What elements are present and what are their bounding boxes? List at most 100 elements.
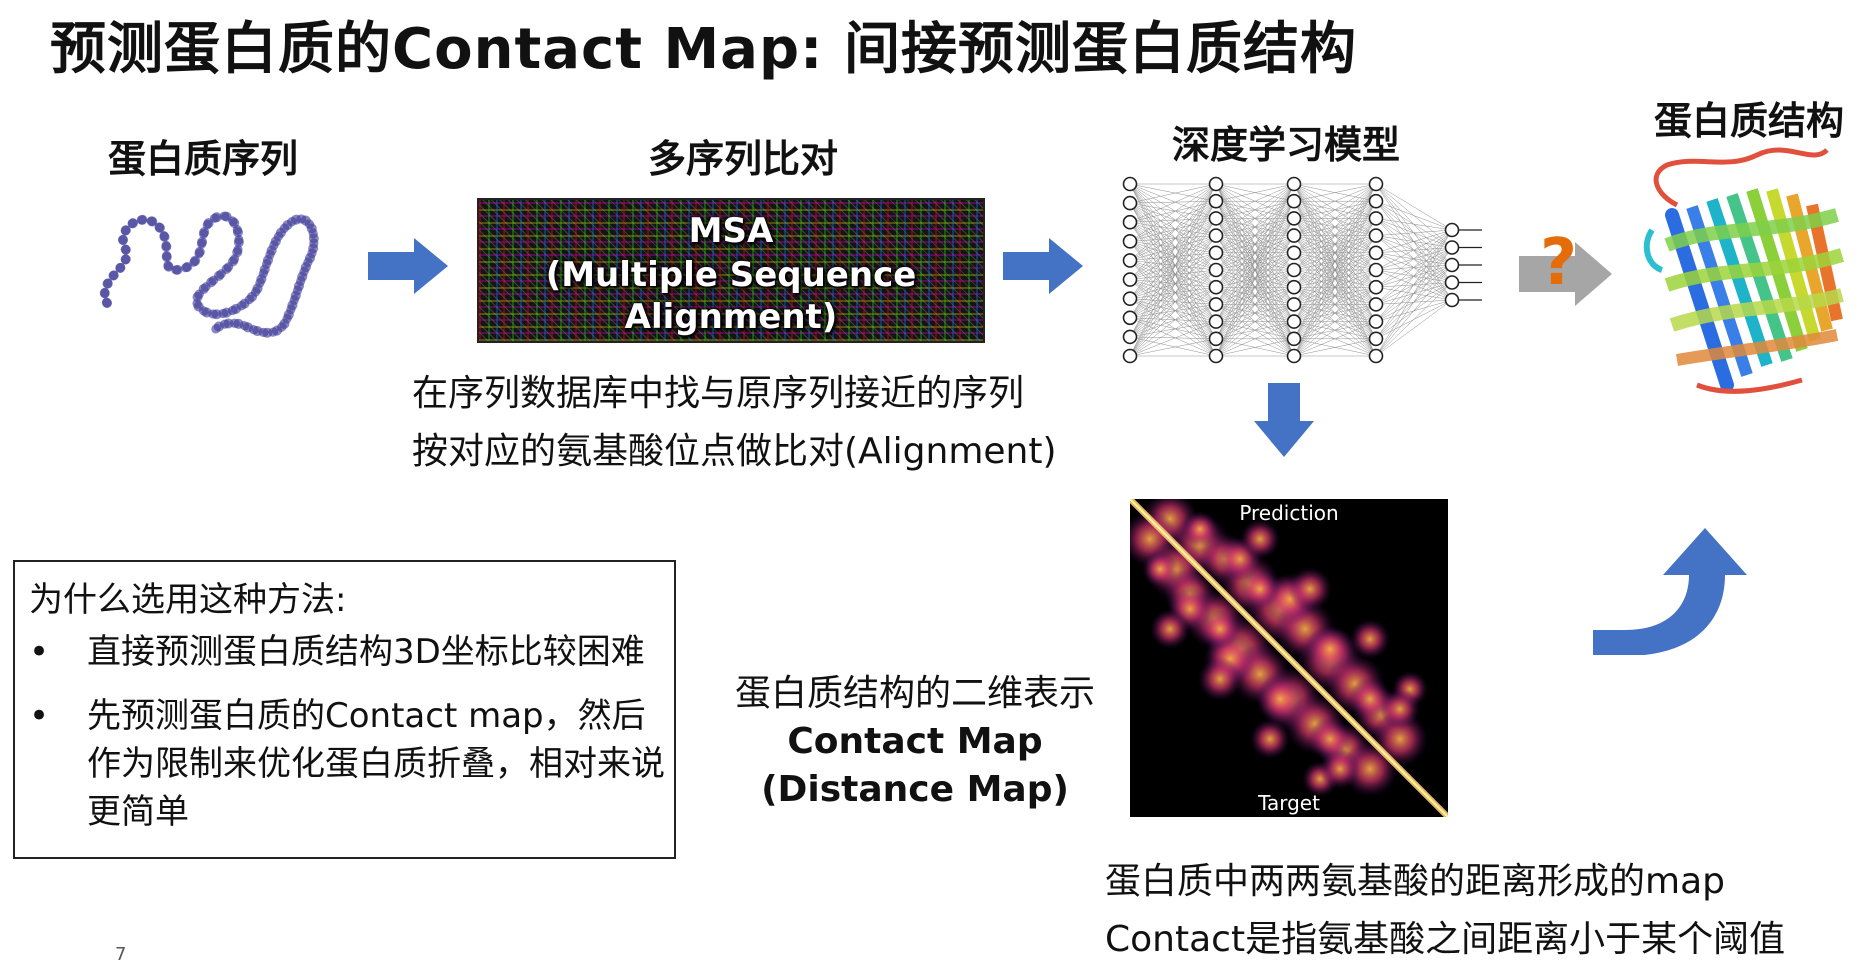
contact-map-heatmap (1130, 499, 1448, 817)
nn-node (1444, 240, 1460, 255)
nn-node (1208, 245, 1224, 261)
nn-node (1368, 314, 1384, 329)
contact-map-blob (1142, 551, 1178, 587)
nn-node (1286, 348, 1302, 364)
contact-map-blob (1150, 609, 1190, 649)
nn-edge (1375, 183, 1453, 231)
nn-node (1368, 228, 1384, 243)
nn-node (1208, 331, 1224, 347)
contact-map-blob (1320, 749, 1360, 789)
contact-map-blob (1380, 689, 1420, 729)
nn-node (1208, 314, 1224, 329)
nn-node (1122, 272, 1138, 287)
arrow-right-icon (1003, 238, 1083, 294)
nn-edge (1129, 183, 1217, 223)
nn-node (1286, 262, 1302, 278)
arrow-right-icon (368, 238, 448, 294)
nn-edge (1129, 183, 1217, 204)
nn-node (1368, 193, 1384, 209)
nn-node (1122, 176, 1138, 192)
nn-node (1368, 331, 1384, 347)
contact-map-blob (1240, 569, 1280, 609)
arrow-down-icon (1254, 383, 1314, 457)
beta-barrel-icon (1643, 147, 1845, 394)
nn-node (1208, 348, 1224, 364)
nn-edge (1129, 317, 1217, 357)
msa-title: MSA (688, 211, 774, 251)
nn-node (1122, 291, 1138, 306)
contact-map-note-line2: Contact是指氨基酸之间距离小于某个阈值 (1105, 919, 1786, 960)
contact-map-blob (1200, 609, 1240, 649)
caption-line3: (Distance Map) (761, 769, 1069, 810)
nn-node (1444, 222, 1460, 238)
nn-node (1286, 297, 1302, 312)
protein-sequence-label: 蛋白质序列 (108, 137, 299, 181)
curved-arrow-icon (1593, 528, 1747, 655)
nn-node (1286, 176, 1302, 192)
nn-node (1444, 257, 1460, 273)
reason-heading: 为什么选用这种方法: (29, 580, 347, 620)
nn-node (1286, 279, 1302, 295)
msa-note-line1: 在序列数据库中找与原序列接近的序列 (412, 373, 1025, 414)
bullet-text: 直接预测蛋白质结构3D坐标比较困难 (87, 632, 645, 672)
nn-node (1444, 292, 1460, 308)
nn-node (1286, 193, 1302, 209)
nn-node (1368, 176, 1384, 192)
msa-image: MSA (Multiple Sequence Alignment) (477, 198, 985, 343)
nn-node (1444, 275, 1460, 290)
nn-node (1208, 211, 1224, 226)
page-number: 7 (115, 944, 127, 965)
nn-node (1122, 348, 1138, 364)
msa-subtitle-line2: Alignment) (624, 297, 838, 337)
bullet-text: 先预测蛋白质的Contact map，然后作为限制来优化蛋白质折叠，相对来说更简… (87, 696, 665, 832)
slide-title: 预测蛋白质的Contact Map: 间接预测蛋白质结构 (50, 17, 1357, 82)
nn-node (1208, 176, 1224, 192)
nn-node (1122, 329, 1138, 345)
contact-map-blob (1250, 719, 1290, 759)
contact-map-note-line1: 蛋白质中两两氨基酸的距离形成的map (1105, 861, 1725, 902)
contact-map-top-label: Prediction (1239, 501, 1339, 525)
contact-map-bottom-label: Target (1258, 791, 1320, 815)
nn-node (1122, 195, 1138, 211)
contact-map-image: Prediction Target (1130, 499, 1448, 817)
nn-node (1368, 262, 1384, 278)
contact-map-blob (1198, 657, 1242, 701)
bullet-icon: • (29, 696, 50, 736)
msa-note-line2: 按对应的氨基酸位点做比对(Alignment) (412, 431, 1057, 472)
question-mark-icon: ? (1540, 226, 1578, 300)
nn-node (1208, 193, 1224, 209)
nn-node (1368, 279, 1384, 295)
msa-label: 多序列比对 (648, 137, 839, 181)
nn-node (1368, 211, 1384, 226)
deep-learning-label: 深度学习模型 (1172, 123, 1401, 167)
nn-node (1286, 211, 1302, 226)
nn-node (1122, 234, 1138, 249)
caption-line2: Contact Map (787, 721, 1043, 762)
nn-edge (1129, 183, 1217, 322)
nn-node (1286, 245, 1302, 261)
nn-node (1208, 228, 1224, 243)
msa-subtitle-line1: (Multiple Sequence (545, 255, 917, 295)
contact-map-blob (1288, 567, 1332, 611)
nn-node (1208, 279, 1224, 295)
bullet-icon: • (29, 632, 50, 672)
nn-node (1122, 253, 1138, 268)
nn-node (1368, 348, 1384, 364)
contact-map-blob (1256, 675, 1304, 723)
nn-edge (1129, 336, 1217, 357)
nn-node (1368, 297, 1384, 312)
contact-map-blob (1306, 625, 1354, 673)
neural-network-icon (1122, 176, 1482, 364)
nn-node (1368, 245, 1384, 261)
caption-line1: 蛋白质结构的二维表示 (734, 673, 1095, 714)
nn-node (1122, 310, 1138, 326)
nn-node (1208, 262, 1224, 278)
bullet-item: • 直接预测蛋白质结构3D坐标比较困难 (29, 628, 669, 676)
nn-node (1286, 331, 1302, 347)
contact-map-blob (1240, 519, 1280, 559)
nn-edge (1129, 269, 1217, 318)
bead-chain-icon (99, 211, 319, 338)
nn-node (1286, 314, 1302, 329)
reason-box: 为什么选用这种方法: • 直接预测蛋白质结构3D坐标比较困难 • 先预测蛋白质的… (13, 560, 676, 859)
nn-edge (1375, 229, 1453, 339)
